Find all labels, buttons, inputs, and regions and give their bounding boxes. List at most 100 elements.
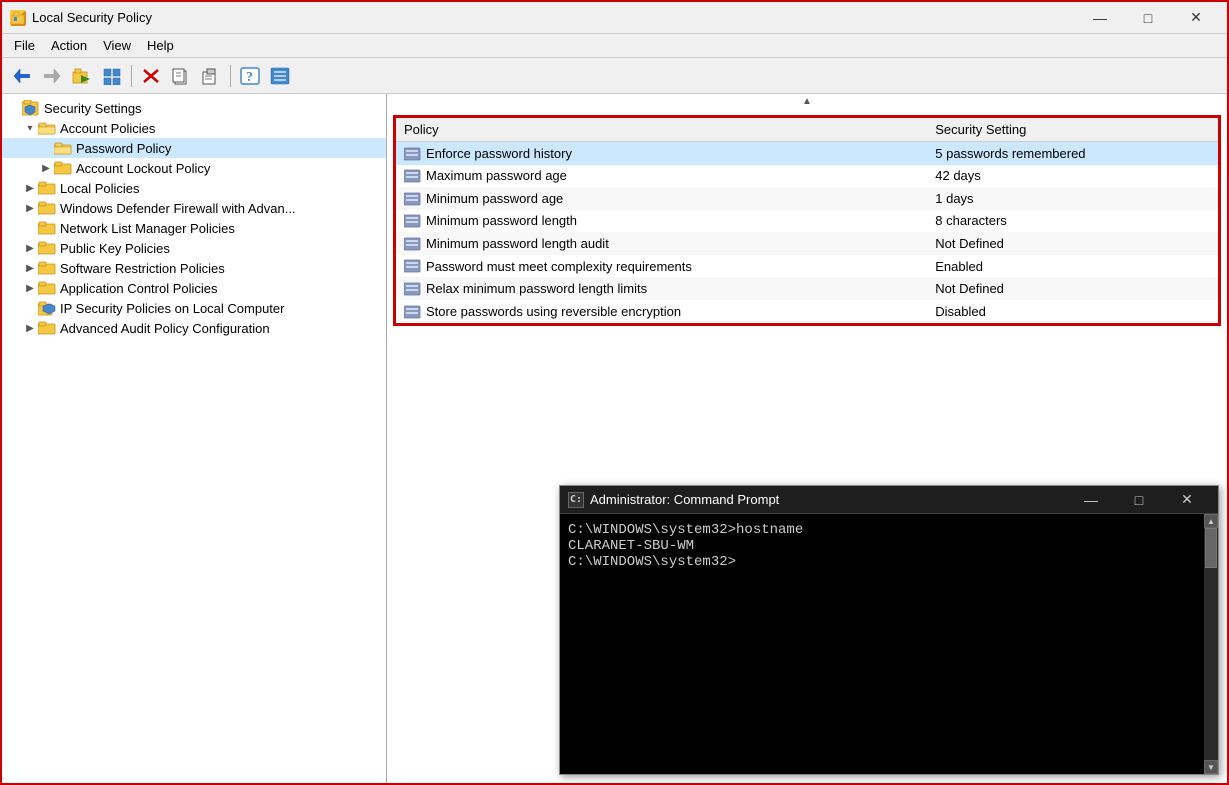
cmd-body[interactable]: C:\WINDOWS\system32>hostnameCLARANET-SBU… (560, 514, 1204, 774)
expander-password-policy[interactable] (38, 140, 54, 156)
policy-row[interactable]: Minimum password length auditNot Defined (396, 232, 1218, 255)
policy-name-text: Relax minimum password length limits (426, 281, 647, 296)
close-button[interactable]: ✕ (1173, 7, 1219, 29)
expander-security[interactable] (6, 100, 22, 116)
cmd-line: C:\WINDOWS\system32>hostname (568, 522, 1196, 538)
cmd-maximize-button[interactable]: □ (1116, 490, 1162, 510)
cmd-line: C:\WINDOWS\system32> (568, 554, 1196, 570)
shield-icon (22, 100, 40, 116)
open-button[interactable] (68, 62, 96, 90)
policy-row[interactable]: Relax minimum password length limitsNot … (396, 277, 1218, 300)
policy-name-text: Enforce password history (426, 146, 572, 161)
tree-item-software-restriction[interactable]: ▶ Software Restriction Policies (2, 258, 386, 278)
expander-account-lockout[interactable]: ▶ (38, 160, 54, 176)
expander-public-key[interactable]: ▶ (22, 240, 38, 256)
folder-icon-pubkey (38, 240, 56, 256)
policy-row-icon (404, 168, 426, 185)
policy-name-text: Minimum password length audit (426, 236, 609, 251)
tree-item-account-policies[interactable]: ▾ Account Policies (2, 118, 386, 138)
tree-panel[interactable]: Security Settings ▾ Account Policies (2, 94, 387, 783)
policy-name-cell: Password must meet complexity requiremen… (396, 255, 927, 278)
tree-item-windows-defender[interactable]: ▶ Windows Defender Firewall with Advan..… (2, 198, 386, 218)
policy-row-icon (404, 280, 426, 297)
expander-account-policies[interactable]: ▾ (22, 120, 38, 136)
copy-button[interactable] (167, 62, 195, 90)
expander-windows-defender[interactable]: ▶ (22, 200, 38, 216)
tree-item-account-lockout[interactable]: ▶ Account Lockout Policy (2, 158, 386, 178)
tree-label-advanced-audit: Advanced Audit Policy Configuration (60, 321, 270, 336)
tree-item-security-settings[interactable]: Security Settings (2, 98, 386, 118)
policy-row[interactable]: Enforce password history5 passwords reme… (396, 142, 1218, 165)
folder-open-icon-password (54, 140, 72, 156)
folder-icon-audit (38, 320, 56, 336)
policy-name-cell: Maximum password age (396, 165, 927, 188)
policy-row[interactable]: Minimum password age 1 days (396, 187, 1218, 210)
expander-advanced-audit[interactable]: ▶ (22, 320, 38, 336)
policy-row[interactable]: Maximum password age42 days (396, 165, 1218, 188)
tree-item-advanced-audit[interactable]: ▶ Advanced Audit Policy Configuration (2, 318, 386, 338)
folder-icon-network (38, 220, 56, 236)
cmd-scroll-down[interactable]: ▼ (1204, 760, 1218, 774)
cmd-scroll-up[interactable]: ▲ (1204, 514, 1218, 528)
policy-setting-cell: 1 days (927, 187, 1218, 210)
tree-item-network-list[interactable]: Network List Manager Policies (2, 218, 386, 238)
cmd-scroll-thumb[interactable] (1205, 528, 1217, 568)
cmd-line: CLARANET-SBU-WM (568, 538, 1196, 554)
cmd-controls: — □ ✕ (1068, 490, 1210, 510)
cmd-minimize-button[interactable]: — (1068, 490, 1114, 510)
folder-icon-software (38, 260, 56, 276)
view-button[interactable] (98, 62, 126, 90)
delete-button[interactable] (137, 62, 165, 90)
policy-row[interactable]: Password must meet complexity requiremen… (396, 255, 1218, 278)
cmd-close-button[interactable]: ✕ (1164, 490, 1210, 510)
forward-button[interactable] (38, 62, 66, 90)
expander-local-policies[interactable]: ▶ (22, 180, 38, 196)
tree-item-password-policy[interactable]: Password Policy (2, 138, 386, 158)
policy-row[interactable]: Store passwords using reversible encrypt… (396, 300, 1218, 323)
tree-item-public-key[interactable]: ▶ Public Key Policies (2, 238, 386, 258)
title-bar: Local Security Policy — □ ✕ (2, 2, 1227, 34)
tree-item-local-policies[interactable]: ▶ Local Policies (2, 178, 386, 198)
tree-item-app-control[interactable]: ▶ Application Control Policies (2, 278, 386, 298)
menu-file[interactable]: File (6, 36, 43, 55)
menu-action[interactable]: Action (43, 36, 95, 55)
column-header-setting: Security Setting (927, 118, 1218, 142)
folder-icon-lockout (54, 160, 72, 176)
tree-item-ip-security[interactable]: IP Security Policies on Local Computer (2, 298, 386, 318)
tree-label-network-list: Network List Manager Policies (60, 221, 235, 236)
policy-row-icon (404, 145, 426, 162)
policy-row-icon (404, 303, 426, 320)
policy-row-icon (404, 190, 426, 207)
tree-label-account-lockout: Account Lockout Policy (76, 161, 210, 176)
policy-name-text: Minimum password age (426, 191, 563, 206)
export-button[interactable] (266, 62, 294, 90)
expander-app-control[interactable]: ▶ (22, 280, 38, 296)
cmd-scrollbar[interactable]: ▲ ▼ (1204, 514, 1218, 774)
policy-setting-cell: 42 days (927, 165, 1218, 188)
main-content: Security Settings ▾ Account Policies (2, 94, 1227, 783)
back-button[interactable] (8, 62, 36, 90)
cmd-title-text: Administrator: Command Prompt (590, 492, 1068, 507)
policy-table: Policy Security Setting Enforce password… (396, 118, 1218, 323)
policy-setting-cell: Disabled (927, 300, 1218, 323)
cmd-window: C: Administrator: Command Prompt — □ ✕ C… (559, 485, 1219, 775)
expander-software-restriction[interactable]: ▶ (22, 260, 38, 276)
maximize-button[interactable]: □ (1125, 7, 1171, 29)
policy-name-cell: Relax minimum password length limits (396, 277, 927, 300)
help-button[interactable]: ? (236, 62, 264, 90)
policy-setting-cell: 8 characters (927, 210, 1218, 233)
policy-name-text: Store passwords using reversible encrypt… (426, 304, 681, 319)
policy-row-icon (404, 213, 426, 230)
scroll-up-indicator: ▲ (387, 94, 1227, 109)
menu-help[interactable]: Help (139, 36, 182, 55)
tree-label-software-restriction: Software Restriction Policies (60, 261, 225, 276)
right-panel: ▲ Policy Security Setting Enforce passwo… (387, 94, 1227, 783)
policy-name-cell: Minimum password age (396, 187, 927, 210)
expander-network-list[interactable] (22, 220, 38, 236)
minimize-button[interactable]: — (1077, 7, 1123, 29)
expander-ip-security[interactable] (22, 300, 38, 316)
paste-button[interactable] (197, 62, 225, 90)
policy-row[interactable]: Minimum password length8 characters (396, 210, 1218, 233)
menu-view[interactable]: View (95, 36, 139, 55)
policy-name-cell: Minimum password length (396, 210, 927, 233)
